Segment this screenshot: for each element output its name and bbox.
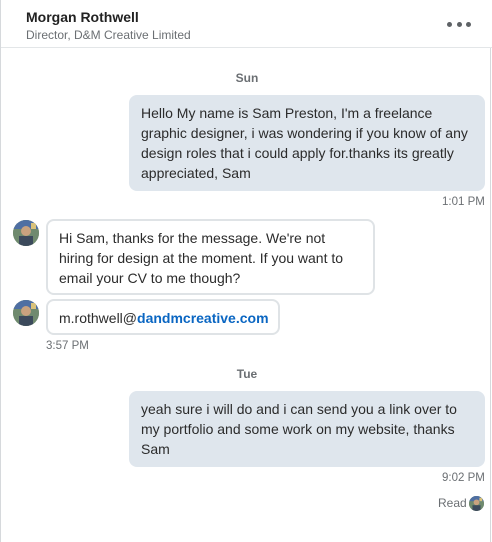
dot	[447, 21, 452, 27]
contact-headline: Director, D&M Creative Limited	[26, 28, 191, 42]
day-divider-tue: Tue	[236, 367, 258, 381]
outgoing-message-bubble[interactable]: yeah sure i will do and i can send you a…	[129, 391, 485, 467]
read-receipt-avatar	[469, 496, 484, 511]
contact-name[interactable]: Morgan Rothwell	[26, 9, 139, 25]
contact-avatar[interactable]	[13, 300, 39, 326]
read-receipt-label: Read	[438, 496, 467, 510]
message-timestamp: 3:57 PM	[46, 340, 89, 352]
more-options-icon[interactable]	[447, 16, 471, 32]
incoming-message-bubble[interactable]: Hi Sam, thanks for the message. We're no…	[46, 219, 375, 295]
conversation-window: Morgan Rothwell Director, D&M Creative L…	[0, 0, 492, 542]
message-timestamp: 9:02 PM	[442, 472, 485, 484]
outgoing-message-bubble[interactable]: Hello My name is Sam Preston, I'm a free…	[129, 95, 485, 191]
email-user-text: m.rothwell@	[59, 310, 138, 326]
dot	[456, 21, 462, 27]
conversation-header: Morgan Rothwell Director, D&M Creative L…	[1, 0, 492, 48]
message-timestamp: 1:01 PM	[442, 196, 485, 208]
incoming-message-bubble[interactable]: m.rothwell@dandmcreative.com	[46, 299, 280, 335]
contact-avatar[interactable]	[13, 220, 39, 246]
dot	[466, 21, 471, 27]
day-divider-sun: Sun	[235, 71, 259, 85]
email-link[interactable]: dandmcreative.com	[137, 310, 269, 326]
